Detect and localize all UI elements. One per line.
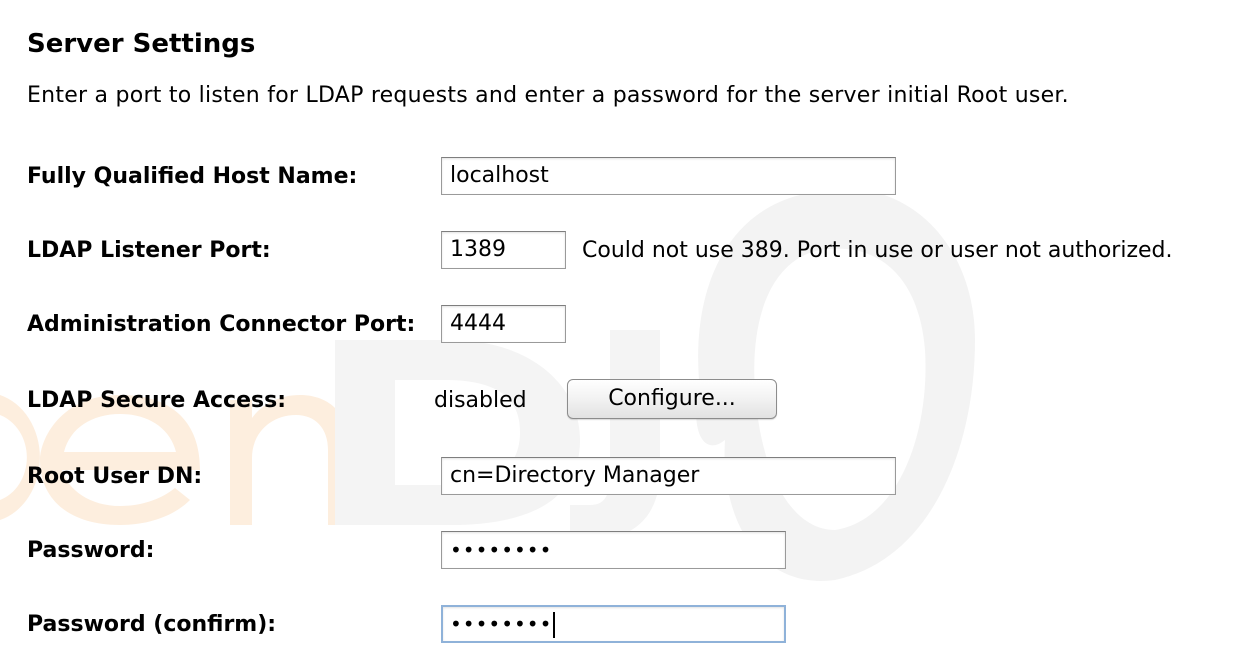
root-dn-label: Root User DN: [27, 464, 203, 489]
ldap-port-warning: Could not use 389. Port in use or user n… [582, 238, 1173, 263]
root-dn-input[interactable]: cn=Directory Manager [441, 457, 896, 495]
text-caret [553, 612, 556, 638]
password-label: Password: [27, 538, 155, 563]
host-name-value: localhost [450, 163, 549, 188]
host-name-input[interactable]: localhost [441, 157, 896, 195]
page-description: Enter a port to listen for LDAP requests… [27, 83, 1069, 108]
password-confirm-input[interactable]: •••••••• [441, 605, 786, 643]
secure-access-label: LDAP Secure Access: [27, 388, 287, 413]
admin-port-value: 4444 [450, 311, 506, 336]
root-dn-value: cn=Directory Manager [450, 463, 700, 488]
configure-button[interactable]: Configure... [567, 379, 777, 419]
secure-access-status: disabled [434, 388, 527, 413]
admin-port-input[interactable]: 4444 [441, 305, 566, 343]
password-masked-value: •••••••• [450, 538, 553, 562]
password-input[interactable]: •••••••• [441, 531, 786, 569]
password-confirm-label: Password (confirm): [27, 612, 277, 637]
password-confirm-masked-value: •••••••• [450, 612, 553, 636]
page-title: Server Settings [27, 29, 256, 59]
ldap-port-input[interactable]: 1389 [441, 231, 566, 269]
ldap-port-label: LDAP Listener Port: [27, 238, 271, 263]
admin-port-label: Administration Connector Port: [27, 312, 416, 337]
host-name-label: Fully Qualified Host Name: [27, 164, 358, 189]
ldap-port-value: 1389 [450, 237, 506, 262]
